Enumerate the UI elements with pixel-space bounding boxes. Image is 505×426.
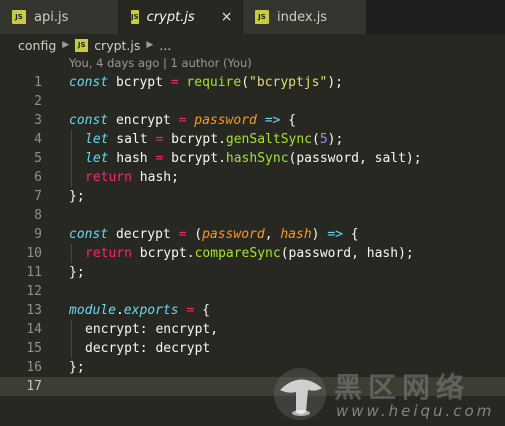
code-text: let hash = bcrypt.hashSync(password, sal… <box>85 151 422 166</box>
code-line[interactable]: 1 const bcrypt = require("bcryptjs"); <box>0 73 505 92</box>
watermark-url: www.heiqu.com <box>336 402 495 420</box>
code-text: return hash; <box>85 170 179 185</box>
code-line[interactable]: 4 let salt = bcrypt.genSaltSync(5); <box>0 130 505 149</box>
js-file-icon: JS <box>255 10 269 24</box>
line-number: 10 <box>26 246 42 261</box>
code-line[interactable]: 14 encrypt: encrypt, <box>0 320 505 339</box>
watermark: 黑区网络 www.heiqu.com <box>272 364 505 426</box>
breadcrumb-folder[interactable]: config <box>18 38 56 53</box>
code-line[interactable]: 12 <box>0 282 505 301</box>
code-line[interactable]: 2 <box>0 92 505 111</box>
line-number: 11 <box>26 265 42 280</box>
code-line[interactable]: 8 <box>0 206 505 225</box>
code-line[interactable]: 7 }; <box>0 187 505 206</box>
watermark-title: 黑区网络 <box>334 371 471 404</box>
code-line[interactable]: 9 const decrypt = (password, hash) => { <box>0 225 505 244</box>
tab-label: api.js <box>34 9 69 25</box>
chevron-right-icon: ▶ <box>62 40 70 50</box>
line-number: 6 <box>34 170 42 185</box>
line-number: 9 <box>34 227 42 242</box>
breadcrumb: config ▶ JS crypt.js ▶ ... <box>0 34 505 56</box>
code-text: decrypt: decrypt <box>85 341 211 356</box>
js-file-icon: JS <box>131 10 139 24</box>
code-line[interactable]: 10 return bcrypt.compareSync(password, h… <box>0 244 505 263</box>
code-text: }; <box>69 265 85 280</box>
js-file-icon: JS <box>12 10 26 24</box>
code-line[interactable]: 13 module.exports = { <box>0 301 505 320</box>
breadcrumb-file[interactable]: crypt.js <box>94 38 140 53</box>
code-text: encrypt: encrypt, <box>85 322 219 337</box>
js-file-icon: JS <box>75 38 89 52</box>
code-text: }; <box>69 360 85 375</box>
line-number: 12 <box>26 284 42 299</box>
line-number: 8 <box>34 208 42 223</box>
code-text: const bcrypt = require("bcryptjs"); <box>69 75 343 90</box>
tab-crypt-js[interactable]: JS crypt.js × <box>119 0 243 34</box>
chevron-right-icon: ▶ <box>146 40 154 50</box>
tab-bar: JS api.js JS crypt.js × JS index.js <box>0 0 505 34</box>
line-number: 4 <box>34 132 42 147</box>
code-text: }; <box>69 189 85 204</box>
line-number: 14 <box>26 322 42 337</box>
line-number: 7 <box>34 189 42 204</box>
code-text: let salt = bcrypt.genSaltSync(5); <box>85 132 344 147</box>
tab-api-js[interactable]: JS api.js <box>0 0 119 34</box>
code-text: module.exports = { <box>69 303 210 318</box>
tab-index-js[interactable]: JS index.js <box>243 0 367 34</box>
code-text: return bcrypt.compareSync(password, hash… <box>85 246 414 261</box>
code-text: const decrypt = (password, hash) => { <box>69 227 359 242</box>
code-line[interactable]: 3 const encrypt = password => { <box>0 111 505 130</box>
line-number: 1 <box>34 75 42 90</box>
line-number: 17 <box>26 379 42 394</box>
tab-label: crypt.js <box>146 9 195 25</box>
line-number: 16 <box>26 360 42 375</box>
line-number: 15 <box>26 341 42 356</box>
code-line[interactable]: 5 let hash = bcrypt.hashSync(password, s… <box>0 149 505 168</box>
code-text: const encrypt = password => { <box>69 113 297 128</box>
mushroom-logo-icon <box>274 368 326 420</box>
line-number: 13 <box>26 303 42 318</box>
code-line[interactable]: 11 }; <box>0 263 505 282</box>
code-line[interactable]: 15 decrypt: decrypt <box>0 339 505 358</box>
line-number: 2 <box>34 94 42 109</box>
line-number: 5 <box>34 151 42 166</box>
breadcrumb-more[interactable]: ... <box>159 38 171 53</box>
tab-label: index.js <box>277 9 328 25</box>
line-number: 3 <box>34 113 42 128</box>
git-blame-codelens[interactable]: You, 4 days ago | 1 author (You) <box>69 56 252 72</box>
close-icon[interactable]: × <box>221 9 233 25</box>
code-line[interactable]: 6 return hash; <box>0 168 505 187</box>
